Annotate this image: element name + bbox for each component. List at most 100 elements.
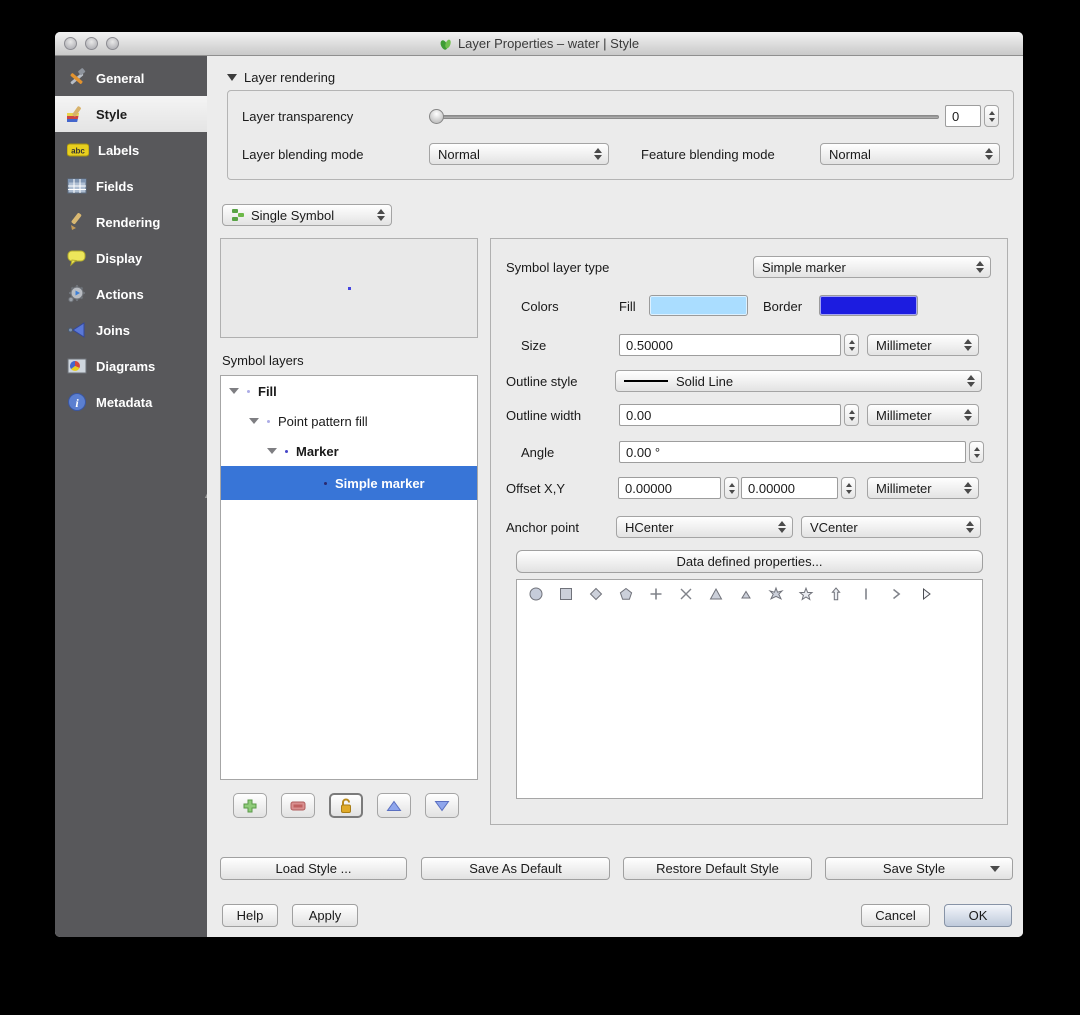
apply-button[interactable]: Apply: [292, 904, 358, 927]
symbol-layer-type-dropdown[interactable]: Simple marker: [753, 256, 991, 278]
tree-item-simple-marker[interactable]: Simple marker: [221, 466, 477, 500]
lock-color-button[interactable]: [329, 793, 363, 818]
move-layer-down-button[interactable]: [425, 793, 459, 818]
save-as-default-button[interactable]: Save As Default: [421, 857, 610, 880]
marker-shape-cross[interactable]: [671, 586, 701, 602]
marker-shape-chevron-right[interactable]: [881, 586, 911, 602]
marker-shape-triangle[interactable]: [701, 586, 731, 602]
add-symbol-layer-button[interactable]: [233, 793, 267, 818]
ok-button[interactable]: OK: [944, 904, 1012, 927]
sidebar-item-metadata[interactable]: i Metadata: [55, 384, 207, 420]
load-style-button[interactable]: Load Style ...: [220, 857, 407, 880]
size-input[interactable]: 0.50000: [619, 334, 841, 356]
marker-shape-star[interactable]: [791, 586, 821, 602]
outline-width-stepper[interactable]: [844, 404, 859, 426]
sidebar-label-style: Style: [96, 106, 128, 122]
layer-transparency-slider[interactable]: [431, 115, 939, 119]
anchor-h-dropdown[interactable]: HCenter: [616, 516, 793, 538]
angle-input[interactable]: 0.00 °: [619, 441, 966, 463]
sidebar-item-joins[interactable]: Joins: [55, 312, 207, 348]
size-stepper[interactable]: [844, 334, 859, 356]
symbol-layer-type-label: Symbol layer type: [506, 260, 610, 275]
marker-shape-diamond[interactable]: [581, 586, 611, 602]
zoom-window-button[interactable]: [106, 37, 119, 50]
minimize-window-button[interactable]: [85, 37, 98, 50]
border-color-swatch[interactable]: [819, 295, 918, 316]
size-label: Size: [521, 338, 547, 353]
restore-default-style-button[interactable]: Restore Default Style: [623, 857, 812, 880]
tree-item-fill[interactable]: Fill: [221, 376, 477, 406]
layer-transparency-value-input[interactable]: 0: [945, 105, 981, 127]
expander-icon[interactable]: [249, 418, 259, 424]
simple-marker-preview-icon: [324, 481, 327, 485]
offset-unit-value: Millimeter: [876, 480, 932, 496]
expander-icon[interactable]: [229, 388, 239, 394]
move-layer-up-button[interactable]: [377, 793, 411, 818]
layer-transparency-slider-handle[interactable]: [429, 109, 444, 124]
dropdown-arrows-icon: [964, 339, 972, 351]
angle-value: 0.00 °: [626, 444, 661, 460]
screen: Layer Properties – water | Style General: [0, 0, 1080, 1015]
outline-width-unit-dropdown[interactable]: Millimeter: [867, 404, 979, 426]
sidebar-item-labels[interactable]: abc Labels: [55, 132, 207, 168]
apply-label: Apply: [308, 908, 342, 923]
pentagon-shape-icon: [619, 587, 633, 600]
tree-item-marker[interactable]: Marker: [221, 436, 477, 466]
offset-y-input[interactable]: 0.00000: [741, 477, 838, 499]
help-button[interactable]: Help: [222, 904, 278, 927]
marker-shape-arrowhead-right[interactable]: [911, 586, 941, 602]
renderer-type-dropdown[interactable]: Single Symbol: [222, 204, 392, 226]
minus-icon: [290, 801, 306, 810]
outline-style-dropdown[interactable]: Solid Line: [615, 370, 982, 392]
size-unit-dropdown[interactable]: Millimeter: [867, 334, 979, 356]
window-title: Layer Properties – water | Style: [457, 36, 640, 51]
data-defined-properties-button[interactable]: Data defined properties...: [516, 550, 983, 573]
offset-x-stepper[interactable]: [724, 477, 739, 499]
tree-label-point-pattern-fill: Point pattern fill: [278, 413, 368, 429]
marker-shape-pentagon[interactable]: [611, 586, 641, 602]
anchor-v-dropdown[interactable]: VCenter: [801, 516, 981, 538]
offset-unit-dropdown[interactable]: Millimeter: [867, 477, 979, 499]
up-triangle-icon: [386, 800, 402, 811]
close-window-button[interactable]: [64, 37, 77, 50]
tree-label-marker: Marker: [296, 443, 339, 459]
marker-shape-star-burst[interactable]: [761, 586, 791, 602]
help-label: Help: [236, 908, 264, 923]
circle-shape-icon: [529, 587, 543, 601]
layer-blending-dropdown[interactable]: Normal: [429, 143, 609, 165]
titlebar[interactable]: Layer Properties – water | Style: [55, 32, 1023, 56]
expander-icon[interactable]: [267, 448, 277, 454]
dropdown-arrows-icon: [964, 409, 972, 421]
marker-shape-equilateral-triangle[interactable]: [731, 586, 761, 602]
marker-shape-square[interactable]: [551, 586, 581, 602]
sidebar-item-rendering[interactable]: Rendering: [55, 204, 207, 240]
outline-width-input[interactable]: 0.00: [619, 404, 841, 426]
cancel-button[interactable]: Cancel: [861, 904, 930, 927]
layer-transparency-stepper[interactable]: [984, 105, 999, 127]
angle-stepper[interactable]: [969, 441, 984, 463]
sidebar-item-style[interactable]: Style: [55, 96, 207, 132]
sidebar-item-actions[interactable]: Actions: [55, 276, 207, 312]
sidebar-item-fields[interactable]: Fields: [55, 168, 207, 204]
offset-y-stepper[interactable]: [841, 477, 856, 499]
save-style-button[interactable]: Save Style: [825, 857, 1013, 880]
tree-label-fill: Fill: [258, 383, 277, 399]
table-icon: [67, 178, 87, 194]
tree-label-simple-marker: Simple marker: [335, 475, 425, 491]
sidebar-item-display[interactable]: Display: [55, 240, 207, 276]
marker-shape-plus[interactable]: [641, 586, 671, 602]
marker-shape-vertical-line[interactable]: [851, 586, 881, 602]
fill-color-swatch[interactable]: [649, 295, 748, 316]
sidebar-item-general[interactable]: General: [55, 60, 207, 96]
marker-shape-arrow-up[interactable]: [821, 586, 851, 602]
remove-symbol-layer-button[interactable]: [281, 793, 315, 818]
ok-label: OK: [968, 908, 988, 923]
sidebar-item-diagrams[interactable]: Diagrams: [55, 348, 207, 384]
marker-shape-circle[interactable]: [521, 586, 551, 602]
angle-label: Angle: [521, 445, 555, 460]
offset-x-input[interactable]: 0.00000: [618, 477, 721, 499]
tree-item-point-pattern-fill[interactable]: Point pattern fill: [221, 406, 477, 436]
feature-blending-dropdown[interactable]: Normal: [820, 143, 1000, 165]
dropdown-arrows-icon: [964, 482, 972, 494]
layer-rendering-header[interactable]: Layer rendering: [227, 70, 335, 85]
